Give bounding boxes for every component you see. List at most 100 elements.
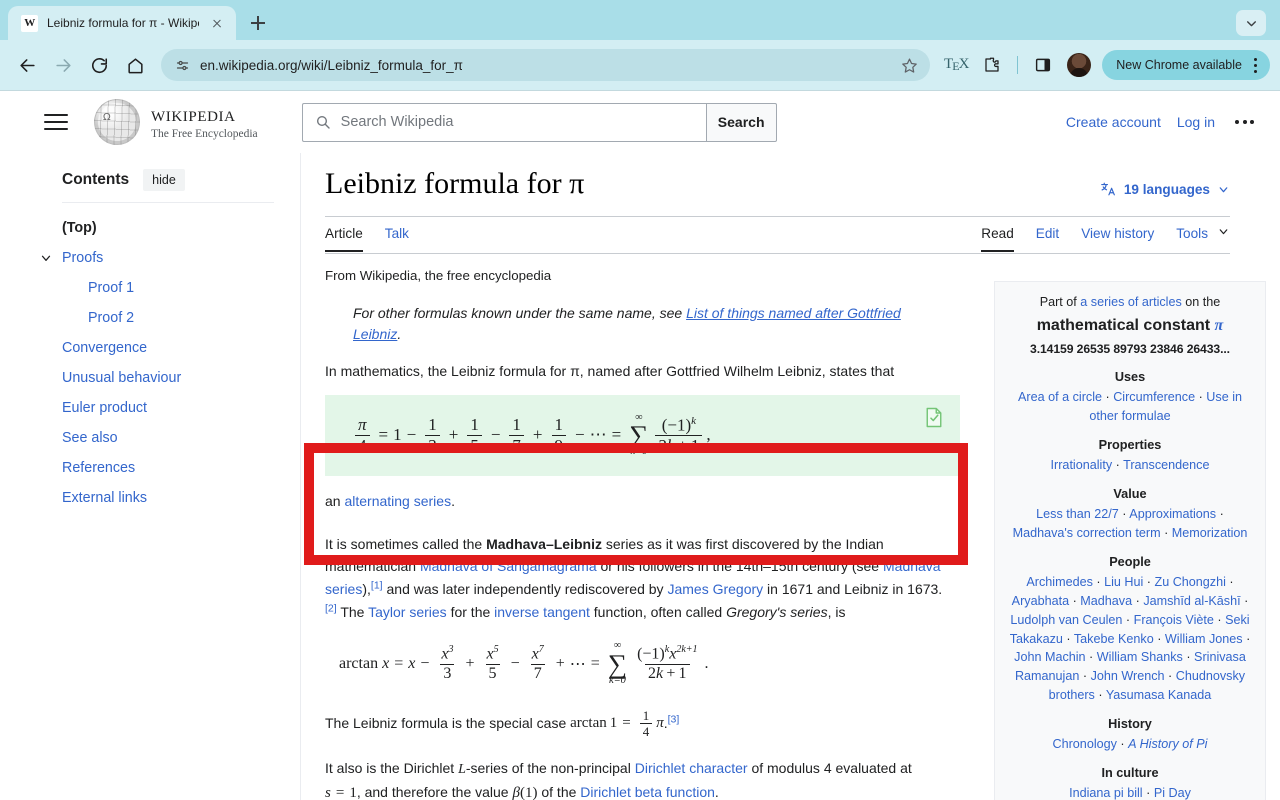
infobox-heading-history: History bbox=[1108, 717, 1152, 732]
link-area-of-a-circle[interactable]: Area of a circle bbox=[1018, 390, 1102, 404]
back-arrow-icon[interactable] bbox=[10, 48, 44, 82]
toc-item-see-also[interactable]: See also bbox=[62, 423, 274, 453]
extensions-puzzle-icon[interactable] bbox=[975, 48, 1009, 82]
link-william-jones[interactable]: William Jones bbox=[1165, 632, 1243, 646]
article-content: Leibniz formula for π 19 languages Artic… bbox=[300, 153, 1280, 800]
series-of-articles-link[interactable]: a series of articles bbox=[1080, 295, 1182, 309]
link-indiana-pi-bill[interactable]: Indiana pi bill bbox=[1069, 786, 1143, 800]
infobox-links-value: Less than 22/7 · Approximations · Madhav… bbox=[1012, 507, 1248, 540]
chevron-down-icon[interactable] bbox=[39, 251, 53, 265]
link-approximations[interactable]: Approximations bbox=[1129, 507, 1216, 521]
reload-icon[interactable] bbox=[82, 48, 116, 82]
browser-window: W Leibniz formula for π - Wikipe en.wiki… bbox=[0, 0, 1280, 800]
inverse-tangent-link[interactable]: inverse tangent bbox=[494, 604, 590, 620]
madhava-series-link[interactable]: Madhava series bbox=[325, 558, 941, 597]
link-irrationality[interactable]: Irrationality bbox=[1051, 458, 1113, 472]
highlighted-formula[interactable]: π4 = 1 −1 3 +1 5 −1 7 +1 9 − ⋯ = ∞ ∑ k=0 (−1)k 2k… bbox=[325, 394, 960, 476]
link-circumference[interactable]: Circumference bbox=[1113, 390, 1195, 404]
toc-item-label: Proofs bbox=[62, 250, 104, 266]
home-icon[interactable] bbox=[118, 48, 152, 82]
link-john-wrench[interactable]: John Wrench bbox=[1091, 669, 1165, 683]
link-memorization[interactable]: Memorization bbox=[1172, 526, 1248, 540]
toc-item-proofs[interactable]: Proofs bbox=[41, 243, 274, 273]
link-pi-day[interactable]: Pi Day bbox=[1154, 786, 1191, 800]
infobox-digits: 3.14159 26535 89793 23846 26433... bbox=[1030, 341, 1230, 356]
link-archimedes[interactable]: Archimedes bbox=[1026, 575, 1093, 589]
address-bar[interactable]: en.wikipedia.org/wiki/Leibniz_formula_fo… bbox=[161, 49, 931, 81]
language-selector[interactable]: 19 languages bbox=[1100, 181, 1230, 203]
link-a-history-of-pi[interactable]: A History of Pi bbox=[1128, 737, 1207, 751]
toc-item-top[interactable]: (Top) bbox=[62, 213, 274, 243]
link-yasumasa-kanada[interactable]: Yasumasa Kanada bbox=[1106, 688, 1212, 702]
dirichlet-character-link[interactable]: Dirichlet character bbox=[635, 760, 748, 776]
link-zu-chongzhi[interactable]: Zu Chongzhi bbox=[1155, 575, 1226, 589]
update-chrome-button[interactable]: New Chrome available bbox=[1102, 50, 1270, 80]
link-less-than-22-7[interactable]: Less than 22/7 bbox=[1036, 507, 1119, 521]
link-william-shanks[interactable]: William Shanks bbox=[1097, 650, 1183, 664]
link-madhava[interactable]: Madhava bbox=[1080, 594, 1132, 608]
reference-2[interactable]: [2] bbox=[325, 602, 337, 614]
tab-talk[interactable]: Talk bbox=[385, 226, 409, 251]
three-dot-more-icon[interactable] bbox=[1231, 114, 1258, 130]
profile-avatar[interactable] bbox=[1067, 53, 1092, 77]
james-gregory-link[interactable]: James Gregory bbox=[667, 581, 763, 597]
hamburger-menu-icon[interactable] bbox=[40, 106, 72, 138]
star-icon[interactable] bbox=[894, 50, 924, 80]
tab-article[interactable]: Article bbox=[325, 226, 363, 252]
create-account-link[interactable]: Create account bbox=[1066, 114, 1161, 130]
link-takebe-kenko[interactable]: Takebe Kenko bbox=[1074, 632, 1154, 646]
languages-label: 19 languages bbox=[1123, 181, 1210, 197]
toc-item-unusual-behaviour[interactable]: Unusual behaviour bbox=[62, 363, 274, 393]
toc-item-proof-2[interactable]: Proof 2 bbox=[62, 303, 274, 333]
link-ludolph-van-ceulen[interactable]: Ludolph van Ceulen bbox=[1010, 613, 1122, 627]
chevron-down-icon[interactable] bbox=[1217, 225, 1230, 253]
special-case-paragraph: The Leibniz formula is the special case … bbox=[325, 707, 680, 740]
three-dot-menu-icon[interactable] bbox=[1246, 54, 1264, 76]
chevron-down-icon[interactable] bbox=[1217, 183, 1230, 196]
link-jamshid-al-kashi[interactable]: Jamshīd al-Kāshī bbox=[1143, 594, 1240, 608]
toc-item-convergence[interactable]: Convergence bbox=[62, 333, 274, 363]
toc-item-external-links[interactable]: External links bbox=[62, 483, 274, 513]
tab-search-chevron-down-icon[interactable] bbox=[1236, 10, 1266, 36]
toc-hide-button[interactable]: hide bbox=[143, 169, 185, 191]
title-row: Leibniz formula for π 19 languages bbox=[325, 165, 1230, 203]
madhava-of-sangamagrama-link[interactable]: Madhava of Sangamagrama bbox=[420, 558, 597, 574]
infobox-pi-symbol: π bbox=[1214, 316, 1224, 334]
tab-view-history[interactable]: View history bbox=[1081, 226, 1154, 251]
after-formula-paragraph: an alternating series. bbox=[325, 490, 945, 513]
tab-tools[interactable]: Tools bbox=[1176, 226, 1208, 251]
toc-item-euler-product[interactable]: Euler product bbox=[62, 393, 274, 423]
browser-toolbar: en.wikipedia.org/wiki/Leibniz_formula_fo… bbox=[0, 40, 1280, 90]
search-input[interactable]: Search Wikipedia bbox=[301, 102, 706, 142]
dirichlet-beta-function-link[interactable]: Dirichlet beta function bbox=[580, 784, 715, 800]
link-madhavas-correction-term[interactable]: Madhava's correction term bbox=[1013, 526, 1161, 540]
link-francois-viete[interactable]: François Viète bbox=[1134, 613, 1214, 627]
new-tab-button[interactable] bbox=[244, 9, 272, 37]
toc-item-references[interactable]: References bbox=[62, 453, 274, 483]
wikipedia-logo[interactable]: Wikipedia The Free Encyclopedia bbox=[94, 99, 258, 145]
tune-site-settings-icon[interactable] bbox=[175, 58, 190, 73]
tex-extension-icon[interactable]: TEX bbox=[939, 48, 973, 82]
document-check-icon[interactable] bbox=[925, 407, 943, 428]
article-tabs: Article Talk Read Edit View history Tool… bbox=[325, 217, 1230, 254]
toolbar-divider bbox=[1017, 56, 1019, 74]
link-chronology[interactable]: Chronology bbox=[1053, 737, 1117, 751]
taylor-series-link[interactable]: Taylor series bbox=[368, 604, 447, 620]
link-transcendence[interactable]: Transcendence bbox=[1123, 458, 1209, 472]
close-icon[interactable] bbox=[208, 14, 226, 32]
browser-tab[interactable]: W Leibniz formula for π - Wikipe bbox=[8, 6, 236, 40]
side-panel-icon[interactable] bbox=[1026, 48, 1060, 82]
link-aryabhata[interactable]: Aryabhata bbox=[1012, 594, 1069, 608]
link-john-machin[interactable]: John Machin bbox=[1014, 650, 1085, 664]
tab-read[interactable]: Read bbox=[981, 226, 1014, 252]
reference-1[interactable]: [1] bbox=[371, 579, 383, 591]
toc-item-proof-1[interactable]: Proof 1 bbox=[62, 273, 274, 303]
link-liu-hui[interactable]: Liu Hui bbox=[1104, 575, 1143, 589]
reference-3[interactable]: [3] bbox=[668, 713, 680, 725]
log-in-link[interactable]: Log in bbox=[1177, 114, 1215, 130]
infobox-heading-value: Value bbox=[1113, 486, 1147, 501]
search-button[interactable]: Search bbox=[705, 102, 777, 142]
alternating-series-link[interactable]: alternating series bbox=[344, 493, 451, 509]
wikipedia-globe-logo bbox=[94, 99, 140, 145]
tab-edit[interactable]: Edit bbox=[1036, 226, 1059, 251]
